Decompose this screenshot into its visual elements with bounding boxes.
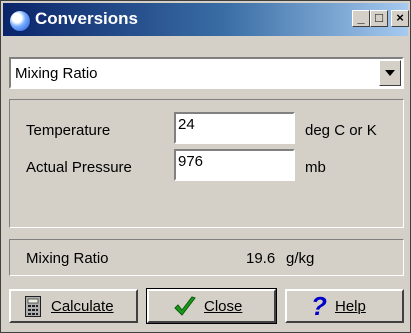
close-button[interactable]: Close (146, 288, 277, 324)
help-button-label: Help (335, 298, 366, 315)
pressure-input[interactable]: 976 (174, 149, 295, 181)
close-button-label: Close (204, 298, 243, 315)
close-window-button[interactable]: × (391, 10, 409, 27)
title-bar[interactable]: Conversions _ □ × (3, 3, 409, 36)
temperature-input[interactable]: 24 (174, 112, 295, 144)
conversions-window: Conversions _ □ × Mixing Ratio Temperatu… (0, 0, 411, 333)
calculate-button-label: Calculate (51, 298, 114, 315)
window-title: Conversions (35, 9, 138, 28)
result-panel: Mixing Ratio 19.6 g/kg (9, 239, 404, 276)
globe-icon (9, 10, 31, 32)
pressure-label: Actual Pressure (26, 159, 132, 176)
minimize-button[interactable]: _ (352, 10, 370, 27)
calculator-icon (25, 296, 41, 317)
temperature-label: Temperature (26, 122, 111, 139)
checkmark-icon (174, 296, 196, 316)
calculate-button[interactable]: Calculate (9, 289, 138, 323)
result-value: 19.6 (246, 250, 276, 267)
result-label: Mixing Ratio (26, 250, 109, 267)
question-icon: ? (311, 291, 327, 321)
maximize-button[interactable]: □ (370, 10, 388, 27)
help-button[interactable]: ? Help (285, 289, 404, 323)
dropdown-arrow-button[interactable] (379, 60, 401, 86)
result-unit: g/kg (286, 250, 315, 267)
conversion-type-select[interactable]: Mixing Ratio (9, 57, 404, 89)
conversion-type-value: Mixing Ratio (15, 65, 98, 82)
pressure-unit: mb (305, 159, 326, 176)
input-panel: Temperature 24 deg C or K Actual Pressur… (9, 99, 404, 228)
chevron-down-icon (385, 70, 395, 77)
temperature-unit: deg C or K (305, 122, 377, 139)
